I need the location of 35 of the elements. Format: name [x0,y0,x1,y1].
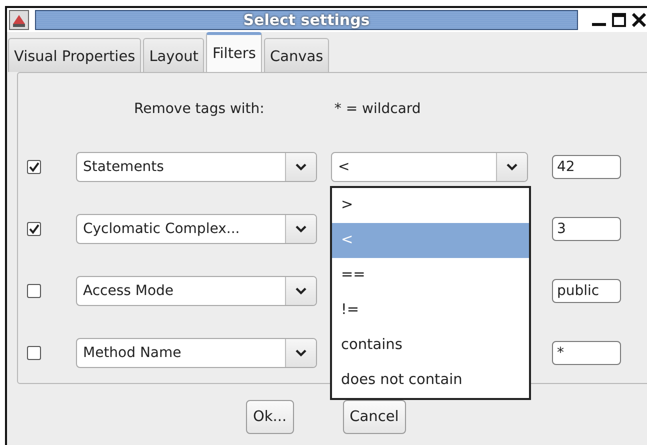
checkbox[interactable] [27,222,41,236]
value-field[interactable]: 3 [552,217,621,241]
chevron-down-icon [295,349,307,357]
window-title: Select settings [35,10,578,30]
ok-button[interactable]: Ok... [246,400,294,434]
checkbox[interactable] [27,346,41,360]
menu-item[interactable]: == [332,258,529,293]
close-icon[interactable] [632,13,646,27]
field-dropdown[interactable]: Access Mode [76,276,317,306]
tab[interactable]: Filters [206,32,262,72]
cancel-button[interactable]: Cancel [342,400,406,434]
menu-item[interactable]: contains [332,328,529,363]
chevron-down-icon [506,163,518,171]
tab[interactable]: Visual Properties [8,38,142,72]
operator-dropdown[interactable]: < [331,152,528,182]
checkbox[interactable] [27,160,41,174]
field-dropdown[interactable]: Cyclomatic Complex... [76,214,317,244]
chevron-down-icon [295,287,307,295]
field-dropdown[interactable]: Statements [76,152,317,182]
menu-item[interactable]: != [332,293,529,328]
menu-item[interactable]: does not contain [332,363,529,398]
wildcard-note: * = wildcard [334,101,421,117]
chevron-down-icon [295,163,307,171]
app-icon [9,10,29,30]
maximize-icon[interactable] [612,13,626,27]
value-field[interactable]: 42 [552,155,621,179]
value-field[interactable]: * [552,341,621,365]
menu-item[interactable]: > [332,188,529,223]
checkbox[interactable] [27,284,41,298]
tab[interactable]: Layout [143,38,204,72]
field-dropdown[interactable]: Method Name [76,338,317,368]
chevron-down-icon [295,225,307,233]
header-label: Remove tags with: [134,101,264,117]
tab[interactable]: Canvas [264,38,330,72]
value-field[interactable]: public [552,279,621,303]
